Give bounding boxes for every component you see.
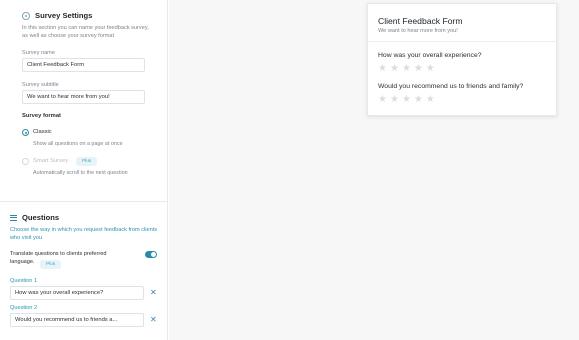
star-icon[interactable]: ★ bbox=[414, 95, 423, 105]
preview-divider bbox=[368, 41, 556, 42]
survey-settings-title: Survey Settings bbox=[35, 11, 93, 20]
settings-panel: Survey Settings In this section you can … bbox=[0, 0, 168, 340]
preview-title: Client Feedback Form bbox=[378, 16, 463, 26]
question-1-label: Question 1 bbox=[10, 278, 38, 284]
translate-plus-badge: Plus bbox=[40, 260, 62, 269]
classic-radio[interactable] bbox=[22, 129, 29, 136]
question-2-label: Question 2 bbox=[10, 305, 38, 311]
gear-icon bbox=[22, 11, 30, 20]
star-icon[interactable]: ★ bbox=[378, 95, 387, 105]
survey-name-label: Survey name bbox=[22, 50, 55, 56]
preview-question-2: Would you recommend us to friends and fa… bbox=[378, 83, 524, 90]
survey-settings-header: Survey Settings bbox=[22, 11, 92, 20]
star-icon[interactable]: ★ bbox=[402, 64, 411, 74]
translate-toggle[interactable] bbox=[145, 251, 157, 258]
star-icon[interactable]: ★ bbox=[378, 64, 387, 74]
star-icon[interactable]: ★ bbox=[426, 95, 435, 105]
preview-question-1: How was your overall experience? bbox=[378, 52, 482, 59]
star-icon[interactable]: ★ bbox=[390, 95, 399, 105]
classic-title: Classic bbox=[33, 129, 52, 135]
survey-name-input[interactable]: Client Feedback Form bbox=[22, 58, 145, 72]
list-icon bbox=[10, 214, 17, 221]
classic-description: Show all questions on a page at once bbox=[33, 141, 123, 147]
star-icon[interactable]: ★ bbox=[426, 64, 435, 74]
questions-description: Choose the way in which you request feed… bbox=[10, 227, 158, 241]
smart-survey-title: Smart Survey bbox=[33, 158, 69, 164]
plus-badge: Plus bbox=[76, 157, 98, 166]
questions-header: Questions bbox=[10, 213, 59, 222]
question-2-input[interactable]: Would you recommend us to friends a... bbox=[10, 313, 144, 327]
close-icon[interactable]: ✕ bbox=[150, 316, 157, 324]
smart-survey-radio[interactable] bbox=[22, 158, 29, 165]
survey-subtitle-label: Survey subtitle bbox=[22, 82, 59, 88]
questions-title: Questions bbox=[22, 213, 60, 222]
star-icon[interactable]: ★ bbox=[390, 64, 399, 74]
star-rating-2[interactable]: ★ ★ ★ ★ ★ bbox=[378, 95, 435, 105]
question-1-input[interactable]: How was your overall experience? bbox=[10, 286, 144, 300]
star-icon[interactable]: ★ bbox=[402, 95, 411, 105]
close-icon[interactable]: ✕ bbox=[150, 289, 157, 297]
smart-survey-description: Automatically scroll to the next questio… bbox=[33, 170, 128, 176]
preview-subtitle: We want to hear more from you! bbox=[378, 28, 458, 34]
translate-label: Translate questions to clients preferred… bbox=[10, 251, 107, 265]
preview-card: Client Feedback Form We want to hear mor… bbox=[367, 3, 557, 116]
survey-subtitle-input[interactable]: We want to hear more from you! bbox=[22, 90, 145, 104]
survey-settings-description: In this section you can name your feedba… bbox=[22, 25, 149, 39]
survey-format-label: Survey format bbox=[22, 113, 61, 119]
star-rating-1[interactable]: ★ ★ ★ ★ ★ bbox=[378, 64, 435, 74]
star-icon[interactable]: ★ bbox=[414, 64, 423, 74]
section-divider bbox=[0, 201, 168, 202]
